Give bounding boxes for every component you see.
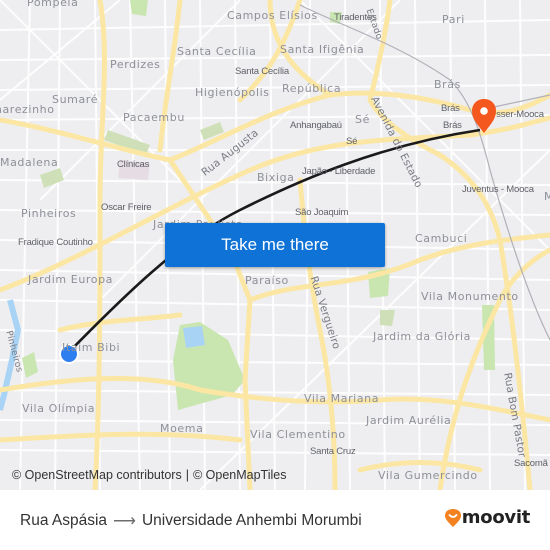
map-label-jardim-europa: Jardim Europa — [28, 273, 114, 286]
map-label-pompeia: Pompéia — [27, 0, 79, 9]
map-attribution: © OpenStreetMap contributors | © OpenMap… — [0, 462, 286, 488]
osm-attribution-link[interactable]: © OpenStreetMap contributors — [12, 468, 182, 482]
map-label-jardim-da-gloria: Jardim da Glória — [373, 330, 472, 343]
map-label-japao-liberdade: Japão - Liberdade — [302, 166, 376, 177]
map-label-se-station: Sé — [346, 136, 358, 147]
map-label-bras-station-2: Brás — [443, 120, 462, 131]
map-label-se: Sé — [355, 113, 370, 126]
map-label-pacaembu: Pacaembu — [123, 111, 185, 124]
destination-pin-icon[interactable] — [472, 99, 496, 133]
map-label-sumare: Sumaré — [52, 93, 99, 106]
map-label-perdizes: Perdizes — [110, 58, 161, 71]
map-label-mooca-edge: M — [544, 190, 550, 203]
map-label-campos-eliseos: Campos Elísios — [227, 9, 318, 22]
map-label-clinicas: Clínicas — [117, 159, 150, 170]
map-label-santa-cecilia: Santa Cecília — [177, 45, 257, 58]
map-label-vila-mariana: Vila Mariana — [304, 392, 380, 405]
map-label-sao-joaquim: São Joaquim — [295, 207, 349, 218]
map-label-fradique-coutinho: Fradique Coutinho — [18, 237, 93, 248]
map-label-santa-cruz: Santa Cruz — [310, 446, 356, 457]
attribution-separator: | — [185, 468, 189, 482]
map-label-pari: Pari — [442, 13, 465, 26]
map-label-vila-gumercindo: Vila Gumercindo — [378, 469, 478, 482]
map-label-santa-cecilia-station: Santa Cecília — [235, 66, 289, 77]
map-label-sumarezinho: Sumarezinho — [0, 103, 55, 116]
map-label-cambuci: Cambuci — [415, 232, 468, 245]
take-me-there-button[interactable]: Take me there — [165, 223, 385, 267]
map-label-bras: Brás — [434, 78, 461, 91]
omt-attribution-link[interactable]: © OpenMapTiles — [193, 468, 287, 482]
destination-name: Universidade Anhembi Morumbi — [141, 512, 362, 529]
route-summary: Rua Aspásia ⟶ Universidade Anhembi Morum… — [20, 511, 362, 531]
map-label-santa-ifigenia: Santa Ifigênia — [280, 43, 365, 56]
map-label-vila-clementino: Vila Clementino — [250, 428, 346, 441]
map-label-sacoma: Sacomã — [514, 458, 548, 469]
moovit-logo[interactable]: moovit — [444, 507, 530, 528]
map-label-vila-olimpia: Vila Olímpia — [22, 402, 96, 415]
map-label-bras-station-1: Brás — [441, 103, 460, 114]
map-label-anhangabau: Anhangabaú — [290, 120, 342, 131]
map-label-paraiso: Paraíso — [245, 274, 289, 287]
map-label-madalena: Madalena — [0, 156, 59, 169]
map-label-oscar-freire: Oscar Freire — [101, 202, 152, 213]
map-label-vila-monumento: Vila Monumento — [421, 290, 519, 303]
moovit-wordmark: moovit — [461, 507, 531, 528]
map-label-jardim-aurelia: Jardim Aurélia — [366, 414, 452, 427]
map-label-bixiga: Bixiga — [257, 171, 295, 184]
moovit-pin-icon — [444, 508, 461, 527]
map-label-pinheiros: Pinheiros — [21, 207, 77, 220]
map-label-moema: Moema — [160, 422, 204, 435]
map-label-juventus-mooca: Juventus - Mooca — [462, 184, 534, 195]
arrow-right-icon: ⟶ — [113, 513, 136, 530]
map-label-higienopolis: Higienópolis — [195, 86, 270, 99]
map-label-republica: República — [282, 82, 342, 95]
origin-name: Rua Aspásia — [20, 512, 108, 529]
map-label-itaim-bibi: Itaim Bibi — [62, 341, 121, 354]
